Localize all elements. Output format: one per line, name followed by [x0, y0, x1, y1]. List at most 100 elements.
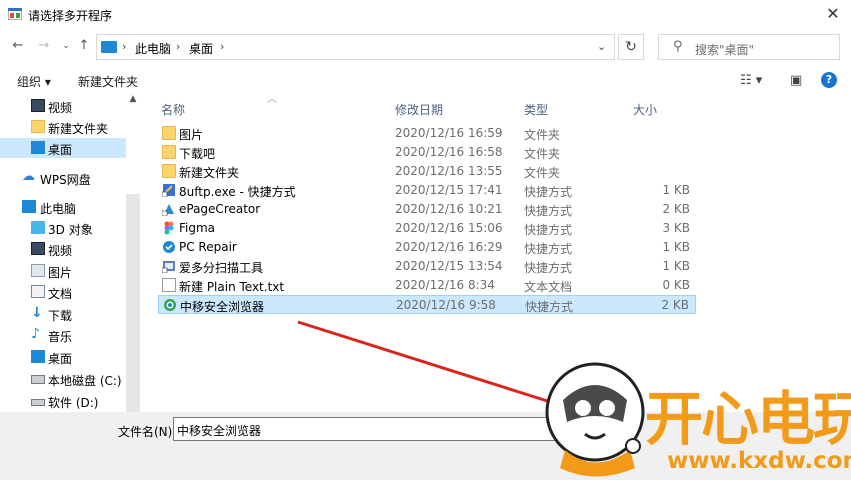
file-date: 2020/12/16 16:29: [395, 240, 503, 254]
file-date: 2020/12/15 17:41: [395, 183, 503, 197]
sidebar-item-label: WPS网盘: [40, 173, 91, 187]
shortcut-icon: [162, 261, 175, 273]
help-icon[interactable]: ?: [821, 72, 837, 88]
sidebar-item-music[interactable]: ♪ 音乐: [0, 325, 126, 345]
sidebar-item-new-folder[interactable]: 新建文件夹: [0, 117, 126, 137]
search-input[interactable]: ⚲ 搜索"桌面": [658, 34, 840, 60]
sort-ascending-icon: ︿: [267, 94, 277, 105]
scroll-up-icon[interactable]: ▲: [126, 94, 140, 108]
address-dropdown-icon[interactable]: ⌄: [597, 40, 606, 53]
sidebar-item-label: 视频: [48, 244, 73, 258]
file-type: 快捷方式: [524, 242, 573, 256]
chevron-right-icon[interactable]: ›: [122, 40, 126, 53]
file-size: 2 KB: [662, 202, 690, 216]
address-bar[interactable]: › 此电脑 › 桌面 › ⌄: [96, 34, 615, 60]
column-header-type[interactable]: 类型: [524, 101, 548, 118]
folder-icon: [162, 145, 176, 159]
up-arrow-icon[interactable]: ↑: [76, 38, 92, 54]
sidebar-item-3d-objects[interactable]: 3D 对象: [0, 218, 126, 238]
chevron-down-icon[interactable]: ⌄: [58, 38, 74, 54]
column-header-size[interactable]: 大小: [633, 101, 657, 118]
3d-objects-icon: [31, 221, 45, 234]
file-size: 1 KB: [662, 259, 690, 273]
breadcrumb-desktop[interactable]: 桌面: [189, 40, 213, 57]
sidebar-item-video[interactable]: 视频: [0, 239, 126, 259]
sidebar-item-downloads[interactable]: ↓ 下载: [0, 304, 126, 324]
file-name: 爱多分扫描工具: [179, 261, 264, 275]
file-type: 快捷方式: [524, 261, 573, 275]
desktop-icon: [31, 141, 45, 154]
file-name: 图片: [179, 128, 204, 142]
cloud-icon: ☁: [22, 169, 35, 184]
new-folder-button[interactable]: 新建文件夹: [78, 73, 138, 90]
organize-button[interactable]: 组织 ▾: [17, 73, 51, 90]
forward-arrow-icon[interactable]: →: [36, 38, 52, 54]
sidebar-item-label: 桌面: [48, 143, 73, 157]
file-size: 1 KB: [662, 240, 690, 254]
sidebar-item-label: 软件 (D:): [48, 396, 99, 410]
file-row[interactable]: 新建 Plain Text.txt 2020/12/16 8:34 文本文档 0…: [158, 276, 696, 295]
sidebar-item-desktop[interactable]: 桌面: [0, 138, 126, 158]
sidebar-item-label: 视频: [48, 101, 73, 115]
refresh-button[interactable]: ↻: [618, 34, 644, 60]
view-options-icon[interactable]: ☷ ▾: [740, 73, 762, 88]
search-icon: ⚲: [673, 39, 683, 54]
file-name-input[interactable]: 中移安全浏览器: [173, 417, 603, 441]
file-date: 2020/12/15 13:54: [395, 259, 503, 273]
sidebar-item-documents[interactable]: 文档: [0, 282, 126, 302]
sidebar-item-desktop[interactable]: 桌面: [0, 347, 126, 367]
search-placeholder: 搜索"桌面": [695, 43, 755, 57]
file-row[interactable]: 下载吧 2020/12/16 16:58 文件夹: [158, 143, 696, 162]
sidebar-item-label: 图片: [48, 266, 73, 280]
file-type: 快捷方式: [525, 300, 574, 314]
file-size: 1 KB: [662, 183, 690, 197]
file-row[interactable]: PC Repair 2020/12/16 16:29 快捷方式 1 KB: [158, 238, 696, 257]
folder-icon: [162, 126, 176, 140]
text-file-icon: [162, 278, 176, 292]
download-icon: ↓: [31, 305, 43, 321]
file-name: PC Repair: [179, 240, 237, 254]
file-name: 新建 Plain Text.txt: [179, 280, 285, 294]
file-row[interactable]: 8uftp.exe - 快捷方式 2020/12/15 17:41 快捷方式 1…: [158, 181, 696, 200]
window-title: 请选择多开程序: [28, 9, 113, 23]
file-name: 新建文件夹: [179, 166, 240, 180]
file-row[interactable]: 图片 2020/12/16 16:59 文件夹: [158, 124, 696, 143]
shortcut-icon: [162, 204, 174, 216]
file-size: 0 KB: [662, 278, 690, 292]
file-row[interactable]: Figma 2020/12/16 15:06 快捷方式 3 KB: [158, 219, 696, 238]
file-size: 3 KB: [662, 221, 690, 235]
file-date: 2020/12/16 16:58: [395, 145, 503, 159]
chevron-right-icon[interactable]: ›: [220, 40, 224, 53]
sidebar-item-this-pc[interactable]: 此电脑: [0, 197, 126, 217]
back-arrow-icon[interactable]: ←: [10, 38, 26, 54]
command-toolbar: 组织 ▾ 新建文件夹 ☷ ▾ ▣ ?: [0, 66, 851, 96]
shortcut-icon: [162, 184, 175, 197]
file-row[interactable]: ePageCreator 2020/12/16 10:21 快捷方式 2 KB: [158, 200, 696, 219]
file-row[interactable]: 爱多分扫描工具 2020/12/15 13:54 快捷方式 1 KB: [158, 257, 696, 276]
watermark-brand: 开心电玩: [645, 385, 851, 453]
sidebar-item-label: 桌面: [48, 352, 73, 366]
chevron-right-icon[interactable]: ›: [176, 40, 180, 53]
sidebar-item-drive-c[interactable]: 本地磁盘 (C:): [0, 369, 126, 389]
sidebar-item-drive-d[interactable]: 软件 (D:): [0, 391, 126, 411]
video-icon: [31, 242, 45, 255]
preview-pane-icon[interactable]: ▣: [790, 73, 802, 88]
drive-c-icon: [31, 375, 45, 384]
file-name-label: 文件名(N):: [118, 425, 177, 439]
file-name: ePageCreator: [179, 202, 261, 216]
sidebar-item-label: 本地磁盘 (C:): [48, 374, 122, 388]
file-row-selected[interactable]: 中移安全浏览器 2020/12/16 9:58 快捷方式 2 KB: [158, 295, 696, 314]
breadcrumb-this-pc[interactable]: 此电脑: [135, 40, 171, 57]
file-type: 文件夹: [524, 147, 561, 161]
sidebar-item-wps-cloud[interactable]: ☁ WPS网盘: [0, 168, 126, 188]
file-date: 2020/12/16 10:21: [395, 202, 503, 216]
sidebar-item-pictures[interactable]: 图片: [0, 261, 126, 281]
navigation-pane: ▲ 视频 新建文件夹 桌面 ☁ WPS网盘 此电脑 3D 对象 视频 图片 文档…: [0, 94, 140, 450]
file-row[interactable]: 新建文件夹 2020/12/16 13:55 文件夹: [158, 162, 696, 181]
close-icon[interactable]: ✕: [823, 4, 843, 24]
sidebar-item-label: 3D 对象: [48, 223, 93, 237]
sidebar-item-label: 此电脑: [40, 202, 77, 216]
sidebar-item-video[interactable]: 视频: [0, 96, 126, 116]
column-header-date[interactable]: 修改日期: [395, 101, 443, 118]
column-header-name[interactable]: 名称: [161, 101, 185, 118]
